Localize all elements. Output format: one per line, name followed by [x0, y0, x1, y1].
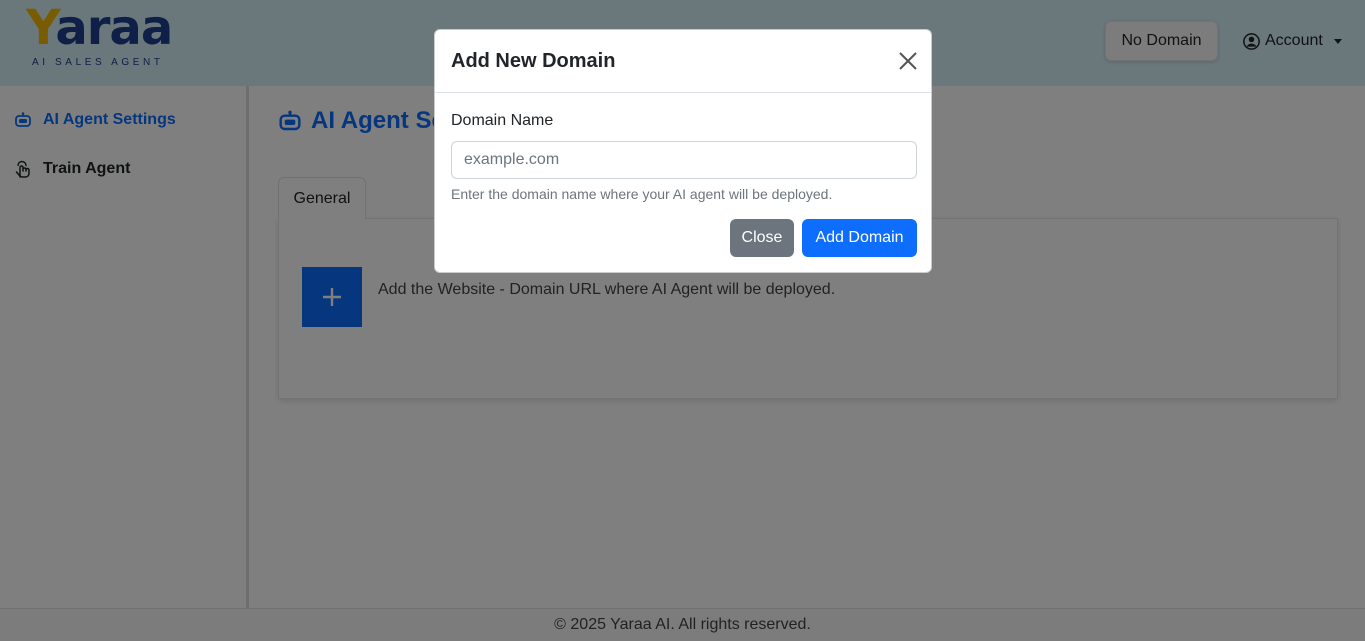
domain-help-text: Enter the domain name where your AI agen… [451, 186, 833, 202]
domain-name-label: Domain Name [451, 112, 554, 129]
modal-title: Add New Domain [451, 50, 616, 72]
domain-name-input[interactable] [451, 141, 917, 179]
add-domain-modal: Add New Domain Domain Name Enter the dom… [434, 29, 932, 273]
add-domain-submit-button[interactable]: Add Domain [802, 219, 917, 257]
modal-header: Add New Domain [435, 30, 931, 93]
close-button[interactable]: Close [730, 219, 794, 257]
close-icon[interactable] [897, 50, 919, 72]
